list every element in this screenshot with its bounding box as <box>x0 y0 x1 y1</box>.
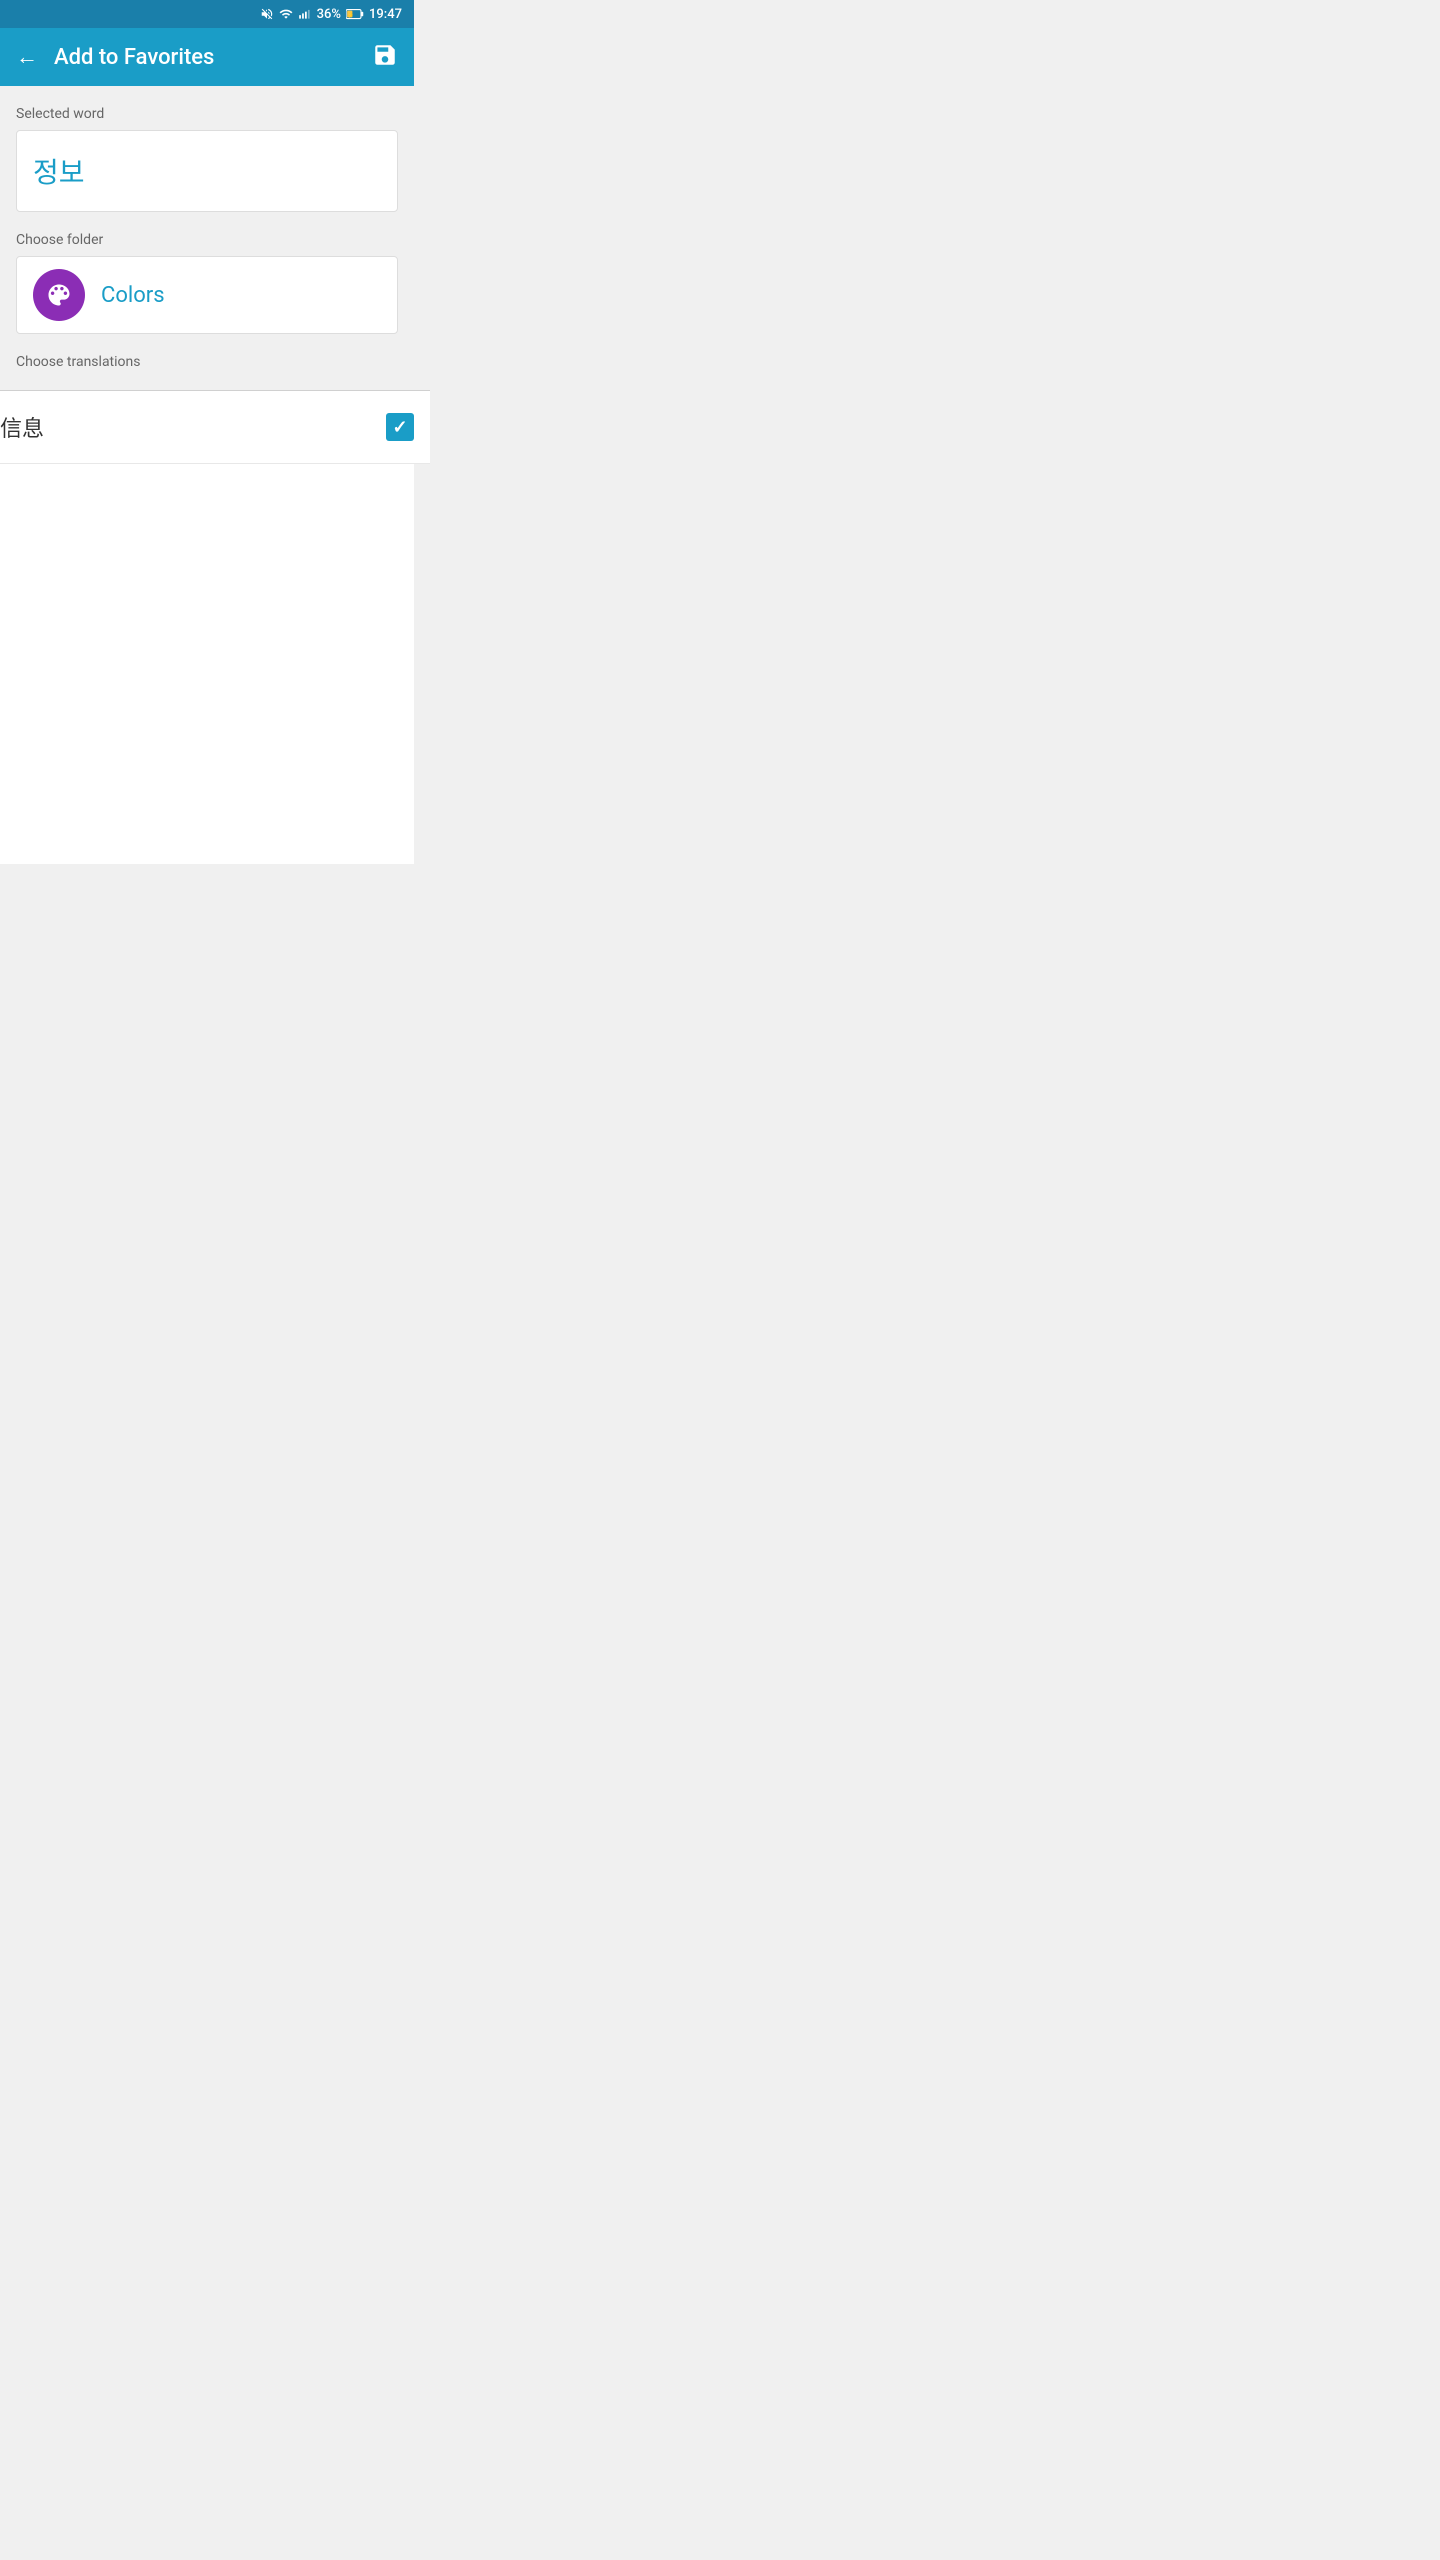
selected-word-box: 정보 <box>16 130 398 212</box>
folder-name: Colors <box>101 283 165 308</box>
svg-text:⚡: ⚡ <box>348 12 355 19</box>
translations-list: 信息 ✓ <box>0 391 430 464</box>
main-content: Selected word 정보 Choose folder Colors Ch… <box>0 86 414 390</box>
choose-translations-label: Choose translations <box>16 354 398 370</box>
folder-icon-circle <box>33 269 85 321</box>
translation-checkbox[interactable]: ✓ <box>386 413 414 441</box>
battery-icon: ⚡ <box>346 7 364 21</box>
back-button[interactable]: ← <box>16 44 38 70</box>
translation-text: 信息 <box>0 411 44 443</box>
status-icons: 36% ⚡ 19:47 <box>260 7 402 22</box>
app-bar-left: ← Add to Favorites <box>16 44 214 70</box>
folder-selector[interactable]: Colors <box>16 256 398 334</box>
page-title: Add to Favorites <box>54 45 214 70</box>
translation-item[interactable]: 信息 ✓ <box>0 391 430 464</box>
status-bar: 36% ⚡ 19:47 <box>0 0 414 28</box>
checkmark-icon: ✓ <box>392 417 407 438</box>
save-icon <box>372 42 398 68</box>
selected-word-label: Selected word <box>16 106 398 122</box>
mute-icon <box>260 7 274 21</box>
selected-word-value: 정보 <box>33 156 85 189</box>
palette-icon <box>45 281 73 309</box>
wifi-icon <box>279 7 293 21</box>
app-bar: ← Add to Favorites <box>0 28 414 86</box>
time-display: 19:47 <box>369 7 402 22</box>
empty-area <box>0 464 414 864</box>
signal-icon <box>298 7 312 21</box>
save-button[interactable] <box>372 42 398 72</box>
battery-percentage: 36% <box>317 7 341 22</box>
choose-folder-label: Choose folder <box>16 232 398 248</box>
